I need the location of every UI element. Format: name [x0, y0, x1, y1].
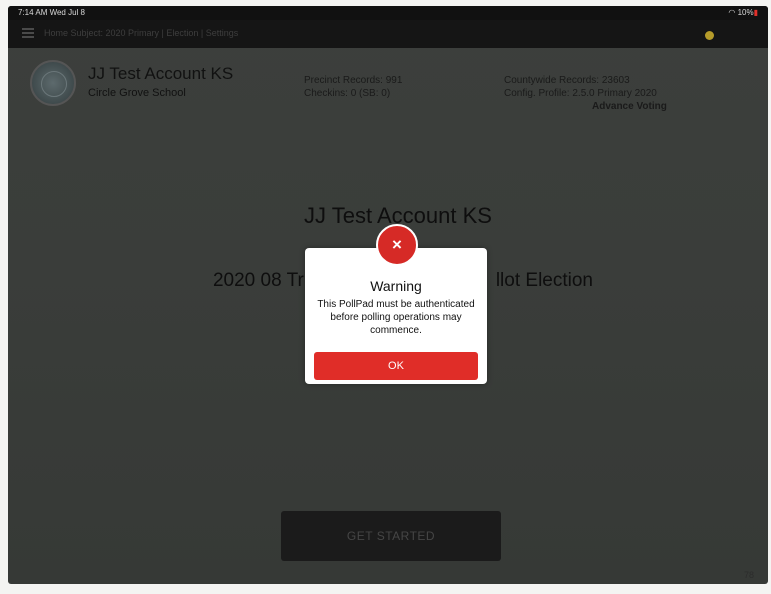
photo-frame: 7:14 AM Wed Jul 8 ◠ 10%▮ Home Subject: 2…	[0, 0, 771, 594]
ok-button[interactable]: OK	[314, 352, 478, 380]
countywide-records-label: Countywide Records:	[504, 75, 600, 86]
status-right: ◠ 10%▮	[728, 6, 758, 20]
warning-dialog: Warning This PollPad must be authenticat…	[305, 248, 487, 384]
account-name: JJ Test Account KS	[88, 64, 234, 83]
breadcrumb: Home Subject: 2020 Primary | Election | …	[44, 28, 239, 38]
precinct-records-label: Precinct Records:	[304, 75, 383, 86]
battery-icon: ▮	[753, 8, 758, 17]
county-stats: Countywide Records: 23603 Config. Profil…	[504, 74, 667, 113]
nav-bar: Home Subject: 2020 Primary | Election | …	[8, 20, 768, 48]
precinct-name: Circle Grove School	[88, 87, 186, 99]
wifi-icon: ◠	[728, 8, 738, 17]
dialog-title: Warning	[370, 278, 422, 294]
countywide-records-value: 23603	[601, 75, 630, 86]
battery-percent: 10%	[737, 8, 754, 17]
dialog-message: This PollPad must be authenticated befor…	[317, 299, 475, 336]
ipad-screen: 7:14 AM Wed Jul 8 ◠ 10%▮ Home Subject: 2…	[8, 6, 768, 584]
status-time-date: 7:14 AM Wed Jul 8	[18, 8, 85, 17]
election-title-left: 2020 08 Tr	[212, 270, 304, 291]
county-seal-logo	[30, 60, 76, 106]
checkins-label: Checkins:	[304, 88, 348, 99]
hamburger-menu-icon[interactable]	[22, 28, 34, 38]
account-header: JJ Test Account KS Circle Grove School P…	[8, 48, 768, 118]
sync-status-icon[interactable]	[705, 31, 714, 40]
error-x-icon: ×	[376, 224, 418, 266]
status-bar: 7:14 AM Wed Jul 8 ◠ 10%▮	[8, 6, 768, 20]
precinct-records-value: 991	[385, 75, 403, 86]
voting-mode: Advance Voting	[592, 101, 667, 112]
checkins-value: 0 (SB: 0)	[350, 88, 391, 99]
get-started-button[interactable]: GET STARTED	[281, 511, 501, 561]
corner-number: 78	[743, 570, 754, 580]
election-title-right: llot Election	[495, 270, 593, 291]
config-profile-value: 2.5.0 Primary 2020	[572, 88, 657, 99]
precinct-stats: Precinct Records: 991 Checkins: 0 (SB: 0…	[304, 74, 402, 100]
config-profile-label: Config. Profile:	[504, 88, 570, 99]
